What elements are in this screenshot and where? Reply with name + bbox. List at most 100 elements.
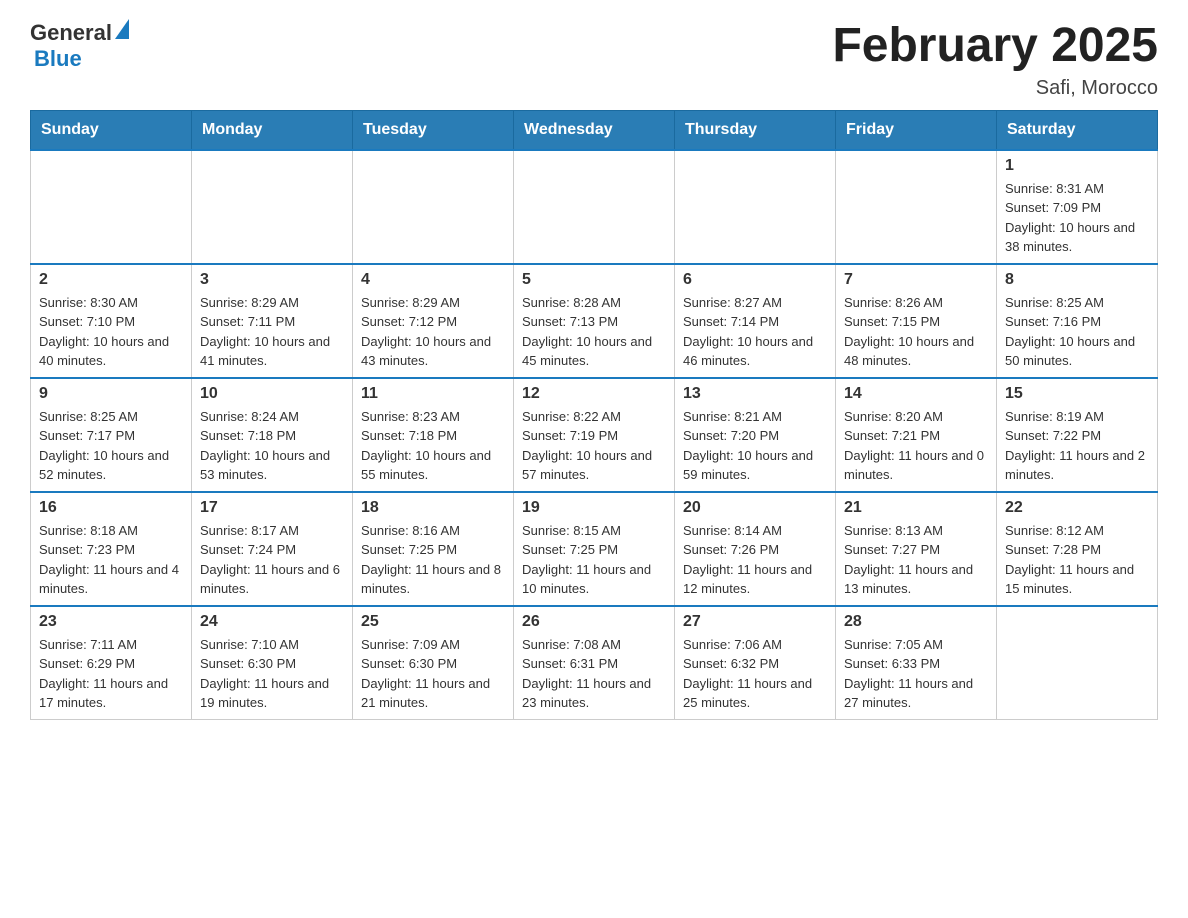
weekday-header-wednesday: Wednesday bbox=[514, 110, 675, 150]
calendar-day-cell bbox=[997, 606, 1158, 720]
day-info: Sunrise: 8:19 AMSunset: 7:22 PMDaylight:… bbox=[1005, 407, 1149, 485]
day-info: Sunrise: 7:11 AMSunset: 6:29 PMDaylight:… bbox=[39, 635, 183, 713]
day-info: Sunrise: 8:18 AMSunset: 7:23 PMDaylight:… bbox=[39, 521, 183, 599]
day-info: Sunrise: 7:05 AMSunset: 6:33 PMDaylight:… bbox=[844, 635, 988, 713]
day-number: 17 bbox=[200, 499, 344, 517]
day-number: 4 bbox=[361, 271, 505, 289]
calendar-day-cell: 18 Sunrise: 8:16 AMSunset: 7:25 PMDayligh… bbox=[353, 492, 514, 606]
calendar-day-cell: 4 Sunrise: 8:29 AMSunset: 7:12 PMDaylight… bbox=[353, 264, 514, 378]
calendar-header: SundayMondayTuesdayWednesdayThursdayFrid… bbox=[31, 110, 1158, 150]
calendar-day-cell: 16 Sunrise: 8:18 AMSunset: 7:23 PMDayligh… bbox=[31, 492, 192, 606]
calendar-day-cell: 9 Sunrise: 8:25 AMSunset: 7:17 PMDaylight… bbox=[31, 378, 192, 492]
logo: General Blue bbox=[30, 20, 129, 72]
day-info: Sunrise: 8:30 AMSunset: 7:10 PMDaylight:… bbox=[39, 293, 183, 371]
day-number: 21 bbox=[844, 499, 988, 517]
calendar-day-cell bbox=[353, 150, 514, 264]
day-info: Sunrise: 7:09 AMSunset: 6:30 PMDaylight:… bbox=[361, 635, 505, 713]
weekday-header-monday: Monday bbox=[192, 110, 353, 150]
location-label: Safi, Morocco bbox=[832, 77, 1158, 100]
day-info: Sunrise: 8:12 AMSunset: 7:28 PMDaylight:… bbox=[1005, 521, 1149, 599]
day-number: 23 bbox=[39, 613, 183, 631]
calendar-table: SundayMondayTuesdayWednesdayThursdayFrid… bbox=[30, 110, 1158, 720]
weekday-header-friday: Friday bbox=[836, 110, 997, 150]
calendar-day-cell: 22Sunrise: 8:12 AMSunset: 7:28 PMDayligh… bbox=[997, 492, 1158, 606]
day-info: Sunrise: 8:25 AMSunset: 7:16 PMDaylight:… bbox=[1005, 293, 1149, 371]
day-number: 3 bbox=[200, 271, 344, 289]
calendar-week-row: 9 Sunrise: 8:25 AMSunset: 7:17 PMDaylight… bbox=[31, 378, 1158, 492]
calendar-day-cell: 17 Sunrise: 8:17 AMSunset: 7:24 PMDayligh… bbox=[192, 492, 353, 606]
day-info: Sunrise: 8:28 AMSunset: 7:13 PMDaylight:… bbox=[522, 293, 666, 371]
calendar-day-cell: 5Sunrise: 8:28 AMSunset: 7:13 PMDaylight… bbox=[514, 264, 675, 378]
day-number: 15 bbox=[1005, 385, 1149, 403]
calendar-day-cell bbox=[514, 150, 675, 264]
day-number: 19 bbox=[522, 499, 666, 517]
calendar-body: 1Sunrise: 8:31 AMSunset: 7:09 PMDaylight… bbox=[31, 150, 1158, 720]
day-number: 14 bbox=[844, 385, 988, 403]
calendar-day-cell: 23 Sunrise: 7:11 AMSunset: 6:29 PMDayligh… bbox=[31, 606, 192, 720]
day-info: Sunrise: 8:24 AMSunset: 7:18 PMDaylight:… bbox=[200, 407, 344, 485]
calendar-day-cell: 7 Sunrise: 8:26 AMSunset: 7:15 PMDaylight… bbox=[836, 264, 997, 378]
calendar-day-cell: 10 Sunrise: 8:24 AMSunset: 7:18 PMDayligh… bbox=[192, 378, 353, 492]
calendar-day-cell: 27 Sunrise: 7:06 AMSunset: 6:32 PMDayligh… bbox=[675, 606, 836, 720]
weekday-header-thursday: Thursday bbox=[675, 110, 836, 150]
calendar-day-cell bbox=[675, 150, 836, 264]
day-info: Sunrise: 8:25 AMSunset: 7:17 PMDaylight:… bbox=[39, 407, 183, 485]
calendar-day-cell: 25 Sunrise: 7:09 AMSunset: 6:30 PMDayligh… bbox=[353, 606, 514, 720]
calendar-day-cell: 3Sunrise: 8:29 AMSunset: 7:11 PMDaylight… bbox=[192, 264, 353, 378]
calendar-day-cell: 19 Sunrise: 8:15 AMSunset: 7:25 PMDayligh… bbox=[514, 492, 675, 606]
calendar-week-row: 23 Sunrise: 7:11 AMSunset: 6:29 PMDayligh… bbox=[31, 606, 1158, 720]
day-info: Sunrise: 8:13 AMSunset: 7:27 PMDaylight:… bbox=[844, 521, 988, 599]
day-info: Sunrise: 8:17 AMSunset: 7:24 PMDaylight:… bbox=[200, 521, 344, 599]
calendar-day-cell: 15 Sunrise: 8:19 AMSunset: 7:22 PMDayligh… bbox=[997, 378, 1158, 492]
weekday-header-row: SundayMondayTuesdayWednesdayThursdayFrid… bbox=[31, 110, 1158, 150]
calendar-day-cell: 12Sunrise: 8:22 AMSunset: 7:19 PMDayligh… bbox=[514, 378, 675, 492]
logo-line1: General bbox=[30, 20, 129, 46]
calendar-day-cell: 8 Sunrise: 8:25 AMSunset: 7:16 PMDaylight… bbox=[997, 264, 1158, 378]
logo-line2: Blue bbox=[34, 46, 82, 72]
day-number: 16 bbox=[39, 499, 183, 517]
day-number: 27 bbox=[683, 613, 827, 631]
day-number: 26 bbox=[522, 613, 666, 631]
logo-triangle-icon bbox=[115, 19, 129, 39]
day-number: 12 bbox=[522, 385, 666, 403]
day-number: 18 bbox=[361, 499, 505, 517]
day-number: 11 bbox=[361, 385, 505, 403]
day-info: Sunrise: 7:08 AMSunset: 6:31 PMDaylight:… bbox=[522, 635, 666, 713]
page-header: General Blue February 2025 Safi, Morocco bbox=[30, 20, 1158, 100]
day-info: Sunrise: 8:29 AMSunset: 7:12 PMDaylight:… bbox=[361, 293, 505, 371]
day-info: Sunrise: 8:16 AMSunset: 7:25 PMDaylight:… bbox=[361, 521, 505, 599]
weekday-header-saturday: Saturday bbox=[997, 110, 1158, 150]
day-number: 8 bbox=[1005, 271, 1149, 289]
weekday-header-tuesday: Tuesday bbox=[353, 110, 514, 150]
day-number: 24 bbox=[200, 613, 344, 631]
calendar-day-cell: 11Sunrise: 8:23 AMSunset: 7:18 PMDayligh… bbox=[353, 378, 514, 492]
weekday-header-sunday: Sunday bbox=[31, 110, 192, 150]
calendar-day-cell bbox=[836, 150, 997, 264]
day-info: Sunrise: 8:15 AMSunset: 7:25 PMDaylight:… bbox=[522, 521, 666, 599]
day-info: Sunrise: 8:14 AMSunset: 7:26 PMDaylight:… bbox=[683, 521, 827, 599]
day-number: 28 bbox=[844, 613, 988, 631]
calendar-day-cell: 28 Sunrise: 7:05 AMSunset: 6:33 PMDayligh… bbox=[836, 606, 997, 720]
calendar-day-cell bbox=[31, 150, 192, 264]
calendar-week-row: 2 Sunrise: 8:30 AMSunset: 7:10 PMDaylight… bbox=[31, 264, 1158, 378]
calendar-day-cell: 20 Sunrise: 8:14 AMSunset: 7:26 PMDayligh… bbox=[675, 492, 836, 606]
day-number: 6 bbox=[683, 271, 827, 289]
day-number: 1 bbox=[1005, 157, 1149, 175]
day-number: 7 bbox=[844, 271, 988, 289]
day-info: Sunrise: 8:26 AMSunset: 7:15 PMDaylight:… bbox=[844, 293, 988, 371]
calendar-day-cell: 24Sunrise: 7:10 AMSunset: 6:30 PMDayligh… bbox=[192, 606, 353, 720]
day-number: 2 bbox=[39, 271, 183, 289]
day-number: 10 bbox=[200, 385, 344, 403]
calendar-day-cell: 2 Sunrise: 8:30 AMSunset: 7:10 PMDaylight… bbox=[31, 264, 192, 378]
logo-general-text: General bbox=[30, 20, 112, 46]
title-block: February 2025 Safi, Morocco bbox=[832, 20, 1158, 100]
day-number: 25 bbox=[361, 613, 505, 631]
day-number: 20 bbox=[683, 499, 827, 517]
day-number: 9 bbox=[39, 385, 183, 403]
day-info: Sunrise: 7:06 AMSunset: 6:32 PMDaylight:… bbox=[683, 635, 827, 713]
day-number: 13 bbox=[683, 385, 827, 403]
logo-blue-text: Blue bbox=[34, 46, 82, 71]
day-info: Sunrise: 8:21 AMSunset: 7:20 PMDaylight:… bbox=[683, 407, 827, 485]
calendar-week-row: 16 Sunrise: 8:18 AMSunset: 7:23 PMDayligh… bbox=[31, 492, 1158, 606]
month-title: February 2025 bbox=[832, 20, 1158, 73]
